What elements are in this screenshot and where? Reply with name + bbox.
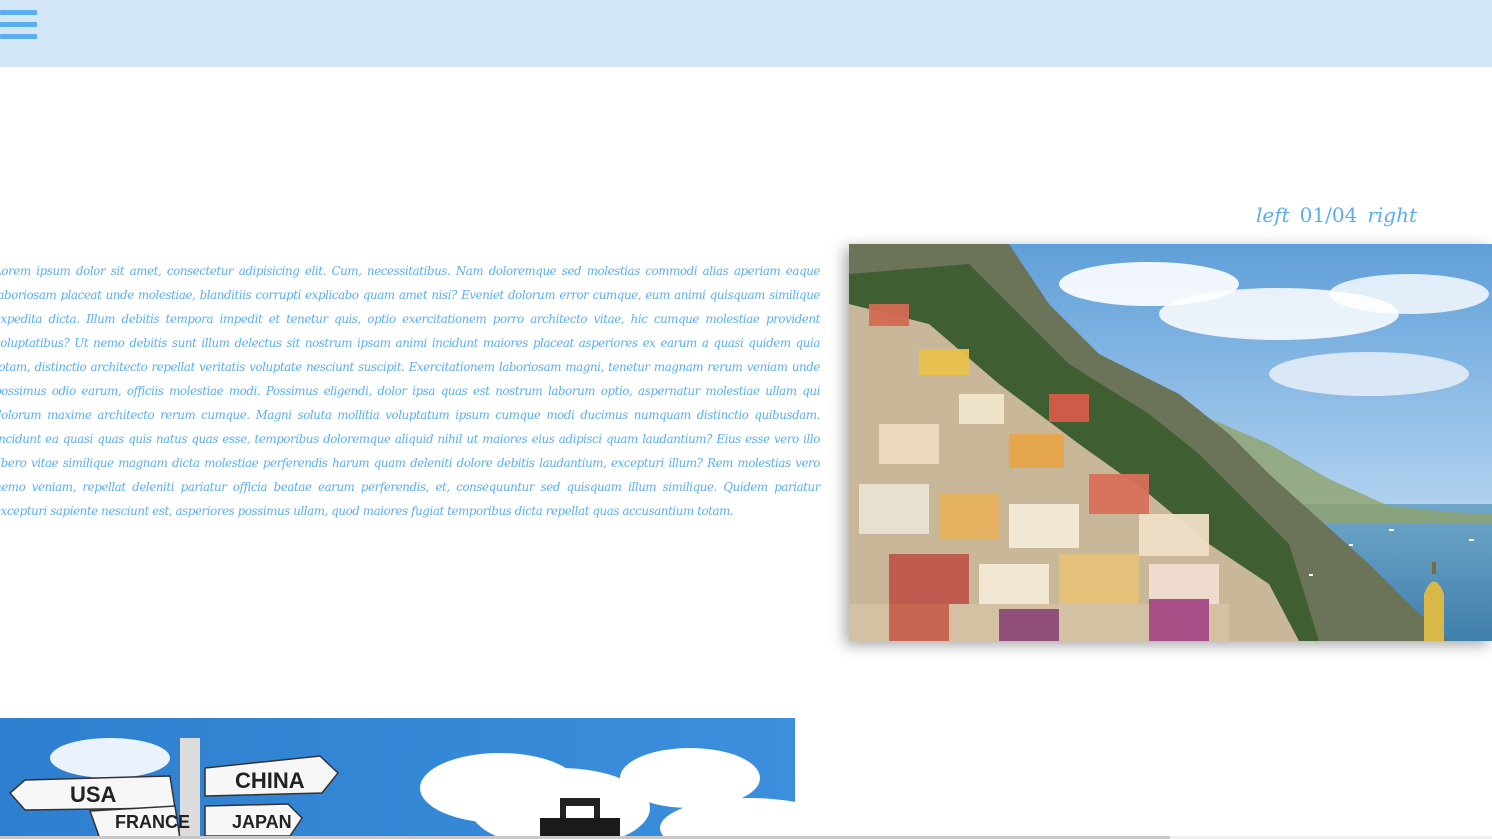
travel-photo: USA CHINA FRANCE JAPAN: [0, 718, 795, 839]
coastal-town-photo: [849, 244, 1492, 641]
body-paragraph: Lorem ipsum dolor sit amet, consectetur …: [0, 264, 820, 518]
slide-counter: 01/04: [1299, 203, 1358, 227]
top-nav-bar: [0, 0, 1492, 67]
hamburger-menu-icon[interactable]: [0, 8, 37, 44]
sign-france: FRANCE: [115, 812, 190, 832]
menu-line: [0, 10, 37, 15]
slider-controls: left 01/04 right: [1256, 200, 1427, 230]
sign-china: CHINA: [235, 768, 305, 793]
sign-japan: JAPAN: [232, 812, 292, 832]
menu-line: [0, 22, 37, 27]
slider-next-link[interactable]: right: [1367, 203, 1417, 227]
sign-usa: USA: [70, 782, 117, 807]
slide-image: [849, 244, 1492, 641]
travel-signpost-image: USA CHINA FRANCE JAPAN: [0, 718, 795, 839]
slider-prev-link[interactable]: left: [1256, 203, 1290, 227]
menu-line: [0, 34, 37, 39]
